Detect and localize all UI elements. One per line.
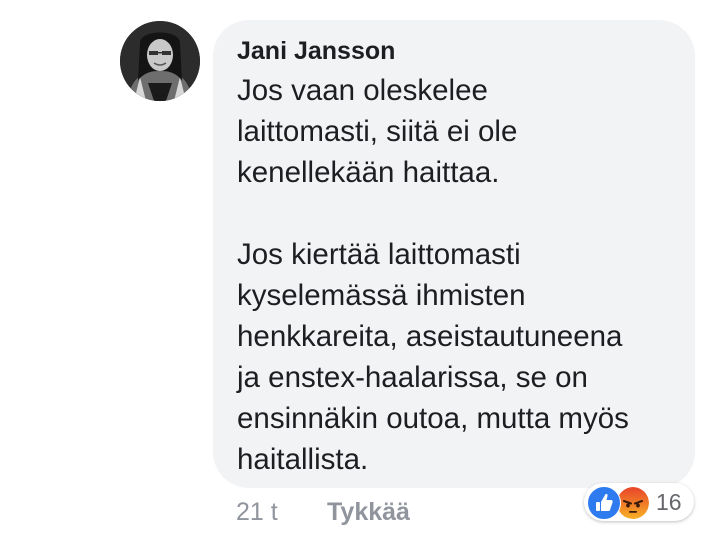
comment-line: ja enstex-haalarissa, se on — [237, 361, 588, 394]
like-icon — [587, 486, 621, 520]
comment-timestamp[interactable]: 21 t — [236, 496, 278, 528]
comment-line: henkkareita, aseistautuneena — [237, 320, 623, 353]
like-button[interactable]: Tykkää — [327, 496, 410, 528]
comment-line: haitallista. — [237, 443, 369, 476]
comment-line: kenellekään haittaa. — [237, 156, 500, 189]
comment-paragraph-2: Jos kiertää laittomasti kyselemässä ihmi… — [237, 234, 677, 480]
reactions-summary[interactable]: 16 — [584, 483, 694, 521]
angry-icon — [616, 486, 650, 520]
avatar[interactable] — [120, 21, 200, 101]
comment-footer: 21 t Tykkää 16 — [0, 483, 720, 530]
comment-line: Jos vaan oleskelee — [237, 74, 488, 107]
comment-line: Jos kiertää laittomasti — [237, 238, 521, 271]
comment-paragraph-1: Jos vaan oleskelee laittomasti, siitä ei… — [237, 70, 677, 193]
reaction-count: 16 — [656, 489, 682, 515]
comment-line: ensinnäkin outoa, mutta myös — [237, 402, 629, 435]
comment-author[interactable]: Jani Jansson — [237, 36, 395, 66]
comment-line: kyselemässä ihmisten — [237, 279, 526, 312]
comment-line: laittomasti, siitä ei ole — [237, 115, 518, 148]
